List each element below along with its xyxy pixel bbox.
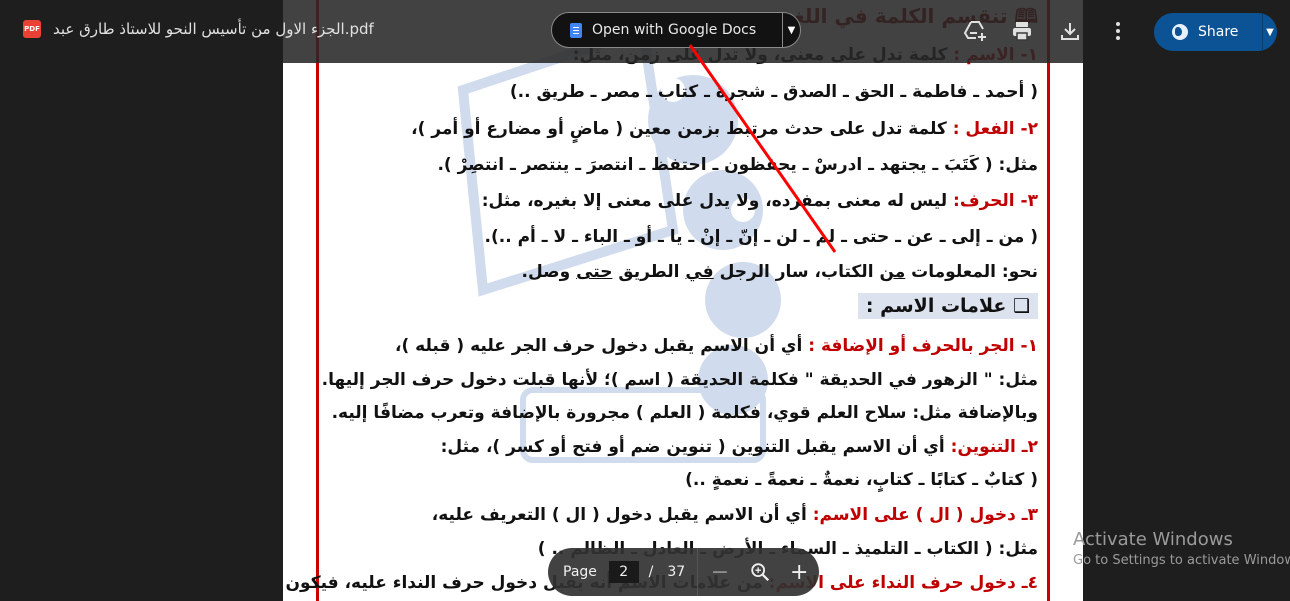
windows-activation-notice: Activate Windows Go to Settings to activ…	[1073, 529, 1290, 568]
line-text: أي أن الاسم يقبل دخول حرف الجر عليه ( قب…	[395, 336, 809, 356]
page-label: Page	[563, 564, 597, 580]
line-label: ٢ـ التنوين:	[950, 437, 1038, 457]
section-heading: ❑ علامات الاسم :	[857, 293, 1038, 319]
share-label: Share	[1198, 24, 1239, 40]
page-border-left	[316, 0, 319, 601]
example-underlined: في	[685, 262, 714, 282]
zoom-reset-button[interactable]	[740, 552, 780, 592]
doc-line: مثل: ( كَتَبَ ـ يجتهد ـ ادرسْ ـ يحفظون ـ…	[437, 155, 1038, 175]
add-to-drive-icon	[963, 21, 986, 41]
activate-subtitle: Go to Settings to activate Windows.	[1073, 553, 1290, 568]
caret-down-icon: ▼	[1266, 26, 1274, 38]
line-label: ٣- الحرف:	[953, 191, 1038, 211]
viewer-toolbar: PDF الجزء الاول من تأسيس النحو للاستاذ ط…	[0, 0, 1290, 63]
line-label: ٢- الفعل :	[952, 119, 1038, 139]
doc-line: مثل: " الزهور في الحديقة " فكلمة الحديقة…	[322, 370, 1038, 390]
doc-line: ( من ـ إلى ـ عن ـ حتى ـ لم ـ لن ـ إنّ ـ …	[485, 227, 1038, 247]
line-text: أي أن الاسم يقبل دخول ( ال ) التعريف علي…	[431, 505, 813, 525]
add-to-drive-button[interactable]	[962, 18, 988, 44]
line-text: وبالإضافة مثل: سلاح العلم قوي، فكلمة ( ا…	[331, 403, 1038, 423]
doc-line: ١- الجر بالحرف أو الإضافة : أي أن الاسم …	[395, 336, 1038, 356]
open-with-dropdown-button[interactable]: ▼	[783, 25, 800, 36]
doc-line: ( أحمد ـ فاطمة ـ الحق ـ الصدق ـ شجرة ـ ك…	[510, 82, 1038, 102]
page-border-right	[1047, 0, 1050, 601]
print-button[interactable]	[1009, 18, 1035, 44]
line-text: كلمة تدل على حدث مرتبط بزمن معين ( ماضٍ …	[411, 119, 953, 139]
share-button[interactable]: Share ▼	[1154, 13, 1277, 51]
file-name: الجزء الاول من تأسيس النحو للاستاذ طارق …	[53, 20, 374, 38]
page-separator: /	[648, 564, 654, 580]
page-navigation-bar: Page 2 / 37 − +	[548, 548, 819, 596]
doc-line: ٣- الحرف: ليس له معنى بمفرده، ولا يدل عل…	[482, 191, 1038, 211]
download-button[interactable]	[1057, 18, 1083, 44]
line-text: مثل: ( كَتَبَ ـ يجتهد ـ ادرسْ ـ يحفظون ـ…	[437, 155, 1038, 175]
doc-line: ( كتابٌ ـ كتابًا ـ كتابٍ، نعمةٌ ـ نعمةً …	[685, 470, 1038, 490]
zoom-icon	[750, 563, 769, 582]
page-number-input[interactable]: 2	[608, 561, 639, 583]
activate-title: Activate Windows	[1073, 529, 1233, 550]
example-underlined: من	[879, 262, 906, 282]
more-vert-icon	[1116, 22, 1120, 40]
pdf-icon: PDF	[23, 20, 41, 38]
google-docs-icon	[570, 22, 582, 38]
file-title: PDF الجزء الاول من تأسيس النحو للاستاذ ط…	[23, 20, 374, 38]
example-text: الكتاب، سار الرجل	[713, 262, 880, 282]
example-line: نحو: المعلومات من الكتاب، سار الرجل في ا…	[522, 262, 1038, 282]
download-icon	[1061, 23, 1079, 40]
open-with-main[interactable]: Open with Google Docs	[552, 13, 782, 47]
total-pages: 37	[667, 564, 686, 580]
divider	[697, 548, 699, 596]
example-underlined: حتى	[576, 262, 613, 282]
pdf-page: 🕮 تنقسم الكلمة في اللغة ١- الاسم : كلمة …	[283, 0, 1083, 601]
example-text: نحو: المعلومات	[905, 262, 1038, 282]
line-text: ( كتابٌ ـ كتابًا ـ كتابٍ، نعمةٌ ـ نعمةً …	[685, 470, 1038, 490]
open-with-google-docs-button[interactable]: Open with Google Docs ▼	[551, 12, 801, 48]
line-label: ١- الجر بالحرف أو الإضافة :	[808, 336, 1038, 356]
doc-line: ٣ـ دخول ( ال ) على الاسم: أي أن الاسم يق…	[432, 505, 1038, 525]
globe-icon	[1172, 24, 1188, 40]
more-options-button[interactable]	[1105, 18, 1131, 44]
share-dropdown-button[interactable]: ▼	[1263, 27, 1277, 38]
line-text: أي أن الاسم يقبل التنوين ( تنوين ضم أو ف…	[440, 437, 951, 457]
zoom-in-button[interactable]: +	[779, 552, 819, 592]
doc-line: ٢ـ التنوين: أي أن الاسم يقبل التنوين ( ت…	[441, 437, 1038, 457]
open-with-label: Open with Google Docs	[592, 22, 757, 38]
caret-down-icon: ▼	[787, 24, 796, 36]
print-icon	[1013, 22, 1031, 41]
example-text: الطريق	[612, 262, 686, 282]
line-text: ( من ـ إلى ـ عن ـ حتى ـ لم ـ لن ـ إنّ ـ …	[484, 227, 1038, 247]
line-text: مثل: " الزهور في الحديقة " فكلمة الحديقة…	[321, 370, 1038, 390]
share-main[interactable]: Share	[1154, 24, 1262, 40]
doc-line: وبالإضافة مثل: سلاح العلم قوي، فكلمة ( ا…	[332, 403, 1038, 423]
line-text: ( أحمد ـ فاطمة ـ الحق ـ الصدق ـ شجرة ـ ك…	[509, 82, 1038, 102]
doc-line: ٢- الفعل : كلمة تدل على حدث مرتبط بزمن م…	[411, 119, 1038, 139]
zoom-out-button[interactable]: −	[700, 552, 740, 592]
line-text: ليس له معنى بمفرده، ولا يدل على معنى إلا…	[481, 191, 954, 211]
line-label: ٣ـ دخول ( ال ) على الاسم:	[812, 505, 1038, 525]
example-text: وصل.	[521, 262, 577, 282]
